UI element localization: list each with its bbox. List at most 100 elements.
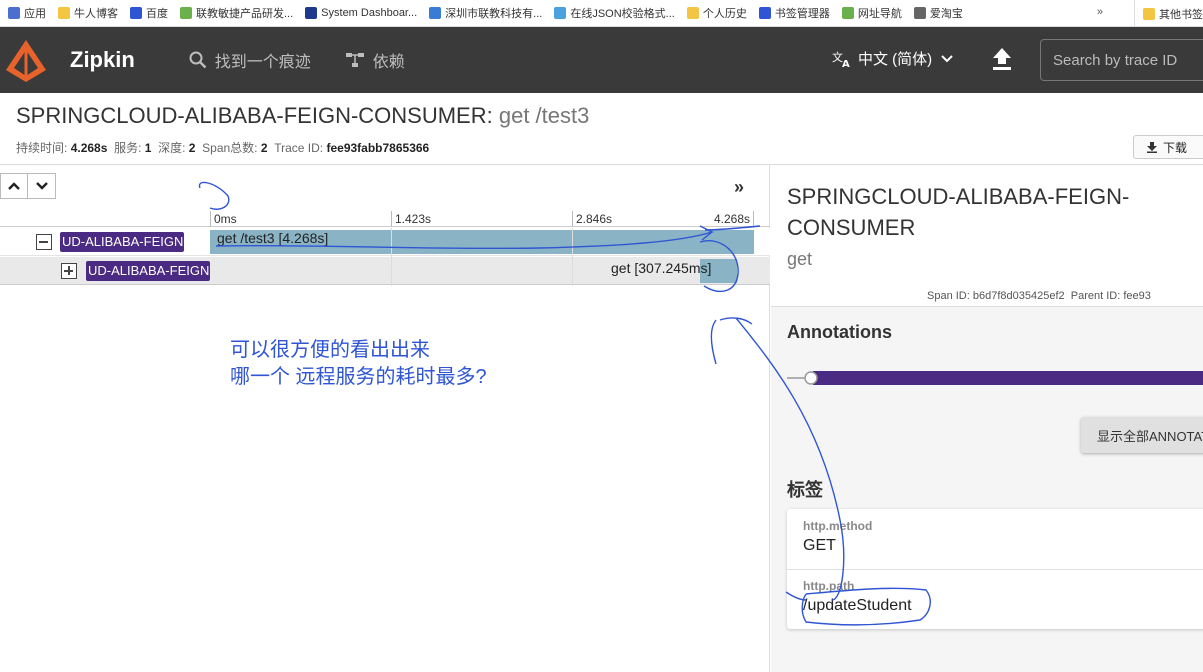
show-all-annotations-button[interactable]: 显示全部ANNOTATIONS — [1081, 417, 1203, 453]
tick-label: 2.846s — [572, 211, 612, 227]
tick-label: 0ms — [210, 211, 237, 227]
divider — [787, 569, 1203, 570]
detail-service-name: SPRINGCLOUD-ALIBABA-FEIGN-CONSUMER — [787, 184, 1130, 240]
tick-label: 4.268s — [708, 211, 754, 227]
bookmarks-more-button[interactable]: » — [1097, 6, 1103, 18]
bookmark-label: 深圳市联教科技有... — [445, 8, 543, 20]
language-label: 中文 (简体) — [858, 51, 933, 68]
grid-line — [391, 228, 392, 286]
trace-title-bar: SPRINGCLOUD-ALIBABA-FEIGN-CONSUMER: get … — [0, 93, 1203, 165]
app-header: Zipkin 找到一个痕迹 依赖 文 A 中文 (简体) Search by t… — [0, 27, 1203, 93]
download-button[interactable]: 下载 — [1133, 135, 1203, 159]
collapse-detail-button[interactable]: » — [734, 177, 744, 198]
tag-value: /updateStudent — [803, 597, 912, 614]
services-label: 服务: — [114, 141, 142, 155]
bookmark-favicon-icon — [913, 7, 926, 19]
bookmark-item[interactable]: 爱淘宝 — [913, 5, 963, 21]
chevron-up-icon — [8, 182, 20, 190]
bookmark-item[interactable]: 深圳市联教科技有... — [429, 5, 542, 21]
span-bar-label: get [307.245ms] — [611, 260, 712, 276]
bookmark-item[interactable]: 应用 — [8, 5, 46, 21]
nav-dependencies[interactable]: 依赖 — [345, 48, 405, 72]
services-value: 1 — [144, 141, 152, 155]
bookmark-item[interactable]: 网址导航 — [841, 5, 902, 21]
annotations-title: Annotations — [787, 322, 892, 342]
upload-icon[interactable] — [990, 46, 1014, 72]
chevron-down-icon — [941, 54, 953, 62]
bookmark-item[interactable]: System Dashboar... — [305, 7, 417, 19]
duration-value: 4.268s — [70, 141, 108, 155]
nav-dependencies-label: 依赖 — [372, 54, 405, 71]
dependencies-icon — [345, 53, 364, 67]
download-icon — [1147, 142, 1157, 153]
span-detail-header: SPRINGCLOUD-ALIBABA-FEIGN-CONSUMER get S… — [771, 165, 1203, 307]
nav-find-trace-label: 找到一个痕迹 — [214, 54, 311, 71]
bookmark-label: 联教敏捷产品研发... — [196, 8, 294, 20]
bookmark-item[interactable]: 牛人博客 — [58, 5, 118, 21]
trace-id-search-input[interactable]: Search by trace ID — [1040, 39, 1203, 81]
tags-title: 标签 — [787, 480, 823, 500]
translate-icon: 文 A — [832, 50, 850, 68]
collapse-toggle-icon[interactable] — [36, 234, 52, 250]
span-detail-panel: SPRINGCLOUD-ALIBABA-FEIGN-CONSUMER get S… — [771, 165, 1203, 672]
bookmark-item[interactable]: 联教敏捷产品研发... — [180, 5, 293, 21]
bookmark-item[interactable]: 个人历史 — [686, 5, 747, 21]
grid-line — [572, 228, 573, 286]
expand-toggle-icon[interactable] — [61, 263, 77, 279]
parent-id-label: Parent ID: — [1070, 290, 1121, 302]
annotation-timeline — [787, 371, 1203, 385]
bookmark-favicon-icon — [130, 7, 142, 19]
span-row[interactable]: UD-ALIBABA-FEIGN get /test3 [4.268s] — [0, 228, 770, 256]
bookmark-item[interactable]: 在线JSON校验格式... — [554, 5, 675, 21]
nav-find-trace[interactable]: 找到一个痕迹 — [189, 48, 311, 72]
trace-id-label: Trace ID: — [274, 141, 324, 155]
search-icon — [189, 51, 207, 69]
span-count-value: 2 — [260, 141, 268, 155]
next-span-button[interactable] — [28, 173, 56, 199]
trace-span-name: get /test3 — [492, 103, 590, 128]
bookmark-favicon-icon — [758, 7, 771, 19]
trace-summary: 持续时间: 4.268s 服务: 1 深度: 2 Span总数: 2 Trace… — [16, 139, 429, 156]
bookmark-label: 应用 — [24, 8, 46, 20]
tag-key: http.method — [803, 519, 873, 533]
tag-key: http.path — [803, 579, 855, 593]
tag-value: GET — [803, 537, 836, 554]
bookmark-favicon-icon — [429, 7, 442, 19]
brand-name[interactable]: Zipkin — [70, 47, 135, 73]
tag-item: http.method GET — [803, 519, 872, 555]
bookmark-label: 百度 — [146, 8, 168, 20]
bookmark-favicon-icon — [8, 7, 20, 19]
span-id-value: b6d7f8d035425ef2 — [972, 290, 1065, 302]
handwritten-note-line: 可以很方便的看出出来 — [230, 339, 430, 361]
bookmark-other[interactable]: 其他书签 — [1134, 0, 1203, 27]
trace-service-name: SPRINGCLOUD-ALIBABA-FEIGN-CONSUMER — [16, 103, 487, 128]
bookmark-label: 个人历史 — [702, 8, 747, 20]
handwritten-note-line: 哪一个 远程服务的耗时最多? — [230, 366, 487, 388]
timeline-nav-controls — [0, 173, 56, 199]
download-label: 下载 — [1163, 140, 1188, 155]
folder-icon — [1143, 7, 1155, 20]
trace-timeline: » 0ms 1.423s 2.846s 4.268s UD-ALIBABA-FE… — [0, 165, 770, 672]
parent-id-value: fee93 — [1123, 290, 1151, 302]
bookmark-item[interactable]: 书签管理器 — [758, 5, 830, 21]
language-selector[interactable]: 文 A 中文 (简体) — [832, 48, 962, 69]
bookmark-favicon-icon — [554, 7, 567, 19]
bookmark-item[interactable]: 百度 — [130, 5, 168, 21]
detail-span-name: get — [787, 249, 813, 269]
bookmark-favicon-icon — [686, 7, 699, 19]
main-nav: 找到一个痕迹 依赖 — [189, 48, 439, 72]
span-row[interactable]: UD-ALIBABA-FEIGN get [307.245ms] — [0, 257, 770, 285]
bookmark-label: 牛人博客 — [74, 8, 118, 20]
time-ruler: 0ms 1.423s 2.846s 4.268s — [0, 211, 770, 227]
trace-id-value: fee93fabb7865366 — [326, 141, 430, 155]
zipkin-logo-icon[interactable] — [2, 36, 50, 84]
bookmark-other-label: 其他书签 — [1159, 8, 1203, 21]
bookmark-favicon-icon — [841, 7, 854, 19]
span-count-label: Span总数: — [202, 141, 258, 155]
svg-text:A: A — [842, 59, 850, 68]
duration-label: 持续时间: — [16, 141, 68, 155]
bookmark-favicon-icon — [180, 7, 192, 19]
span-service-name: UD-ALIBABA-FEIGN — [60, 232, 184, 252]
previous-span-button[interactable] — [0, 173, 28, 199]
chevron-down-icon — [35, 182, 48, 190]
